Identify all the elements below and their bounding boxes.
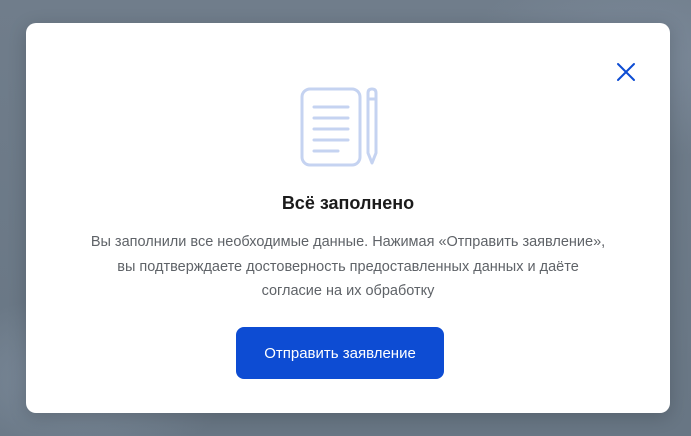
description-line: вы подтверждаете достоверность предостав… [117,258,579,275]
dialog-description: Вы заполнили все необходимые данные. Наж… [46,230,650,304]
submit-application-button[interactable]: Отправить заявление [236,327,444,379]
dialog-title: Всё заполнено [281,193,415,213]
close-icon [617,63,635,81]
confirmation-dialog: Всё заполнено Вы заполнили все необходим… [26,23,670,413]
description-line: согласие на их обработку [261,283,435,299]
document-pencil-icon [300,87,378,167]
description-line: Вы заполнили все необходимые данные. Наж… [90,234,606,250]
close-button[interactable] [612,58,640,86]
